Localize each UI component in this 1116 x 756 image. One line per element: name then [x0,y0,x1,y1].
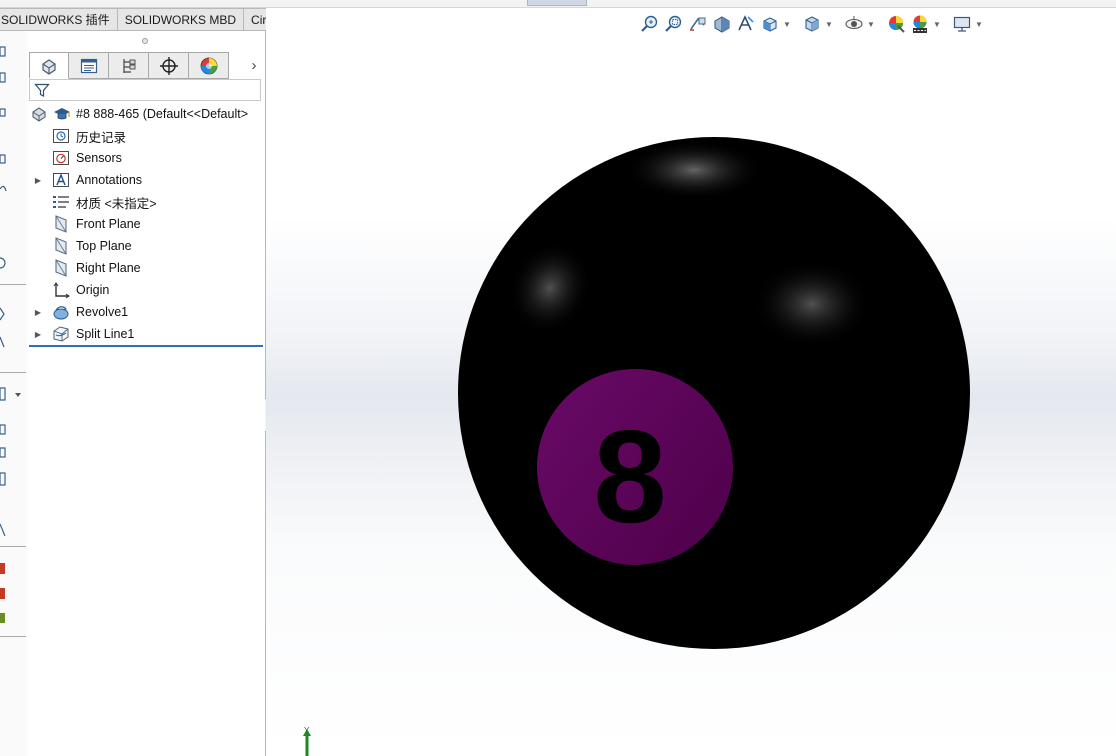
strip-separator-3 [0,546,26,547]
expand-arrow-icon[interactable]: ▶ [33,323,43,345]
feature-manager-tab[interactable] [29,52,69,79]
strip-icon-12 [0,472,6,486]
tree-item-label: 历史记录 [76,130,127,145]
strip-icon-13 [0,523,6,537]
split-line-icon [52,325,70,343]
strip-icon-3 [0,108,6,117]
configuration-manager-icon [122,58,135,73]
tree-item-label: Right Plane [76,261,141,275]
strip-icon-red-2 [0,588,5,599]
material-icon [52,193,70,211]
eight-ball[interactable]: 8 [458,137,970,649]
tree-item-revolve1[interactable]: ▶ Revolve1 [27,301,263,323]
dimxpert-manager-tab[interactable] [149,52,189,79]
dimxpert-manager-icon [159,56,178,75]
plane-icon [52,215,70,233]
graduation-cap-icon [53,105,71,123]
expand-arrow-icon[interactable]: ▶ [33,169,43,191]
expand-arrow-icon[interactable]: ▶ [33,301,43,323]
tree-item-label: Top Plane [76,239,132,253]
strip-dropdown-caret [15,393,21,397]
tree-root-label: #8 888-465 (Default<<Default> [76,107,248,121]
sensors-icon [52,149,70,167]
strip-separator-2 [0,372,26,373]
property-manager-icon [80,58,97,73]
tree-item-label: Revolve1 [76,305,129,319]
origin-icon [52,281,70,299]
title-strip [0,0,1116,8]
tree-item-label: Sensors [76,151,122,165]
tab-solidworks-addins[interactable]: SOLIDWORKS 插件 [0,8,118,31]
strip-icon-9 [0,387,6,401]
strip-separator-1 [0,284,26,285]
tree-item-front-plane[interactable]: Front Plane [27,213,263,235]
configuration-manager-tab[interactable] [109,52,149,79]
left-command-strip [0,31,27,756]
strip-icon-4 [0,154,6,164]
strip-icon-red-1 [0,563,5,574]
feature-manager-icon [42,58,56,75]
tree-item-right-plane[interactable]: Right Plane [27,257,263,279]
ball-number: 8 [593,403,666,550]
property-manager-tab[interactable] [69,52,109,79]
display-manager-tab[interactable] [189,52,229,79]
panel-grip[interactable] [142,38,148,44]
strip-icon-7 [0,307,5,321]
plane-icon [52,259,70,277]
part-icon [30,105,48,123]
left-strip-icons [0,46,26,637]
tree-item-label: Front Plane [76,217,141,231]
display-manager-icon [200,57,217,74]
tree-item-top-plane[interactable]: Top Plane [27,235,263,257]
tree-item-material[interactable]: 材质 <未指定> [27,191,263,213]
tree-item-sensors[interactable]: Sensors [27,147,263,169]
active-tab-marker [527,0,587,6]
rollback-bar[interactable] [29,345,263,347]
feature-tree-filter[interactable] [29,79,261,101]
feature-manager-panel: › #8 888-465 (Default<<Default> 历史记录 Sen… [27,31,266,756]
tree-item-history[interactable]: 历史记录 [27,125,263,147]
ball-highlight-top [624,140,764,200]
ball-highlight-right [752,260,872,348]
triad-y-label: Y [304,726,310,735]
ball-body [458,137,970,649]
tree-item-annotations[interactable]: ▶ Annotations [27,169,263,191]
tree-item-label: Origin [76,283,110,297]
funnel-icon [34,83,50,97]
tree-item-origin[interactable]: Origin [27,279,263,301]
strip-icon-10 [0,424,6,435]
annotations-icon [52,171,70,189]
strip-separator-4 [0,636,26,637]
reference-triad [303,729,311,756]
tab-solidworks-mbd[interactable]: SOLIDWORKS MBD [117,8,245,31]
plane-icon [52,237,70,255]
history-icon [52,127,70,145]
graphics-viewport[interactable]: ▼ ▼ ▼ ▼ ▼ 8 Y [266,8,1116,756]
model-graphics: 8 [458,137,970,649]
more-tabs-arrow[interactable]: › [247,55,261,75]
strip-icon-1 [0,46,6,57]
tree-root-row[interactable]: #8 888-465 (Default<<Default> [27,103,263,125]
tree-item-label: Split Line1 [76,327,135,341]
feature-manager-tab-bar [29,52,229,79]
strip-icon-6 [0,257,6,269]
revolve-icon [52,303,70,321]
tree-item-split-line1[interactable]: ▶ Split Line1 [27,323,263,345]
strip-icon-5 [0,185,7,192]
strip-icon-green [0,613,5,623]
tree-item-label: 材质 <未指定> [76,196,157,211]
strip-icon-8 [0,336,5,348]
solidworks-window: SOLIDWORKS 插件 SOLIDWORKS MBD CircuitWork… [0,0,1116,756]
tree-item-label: Annotations [76,173,143,187]
strip-icon-11 [0,447,6,458]
strip-icon-2 [0,72,6,83]
